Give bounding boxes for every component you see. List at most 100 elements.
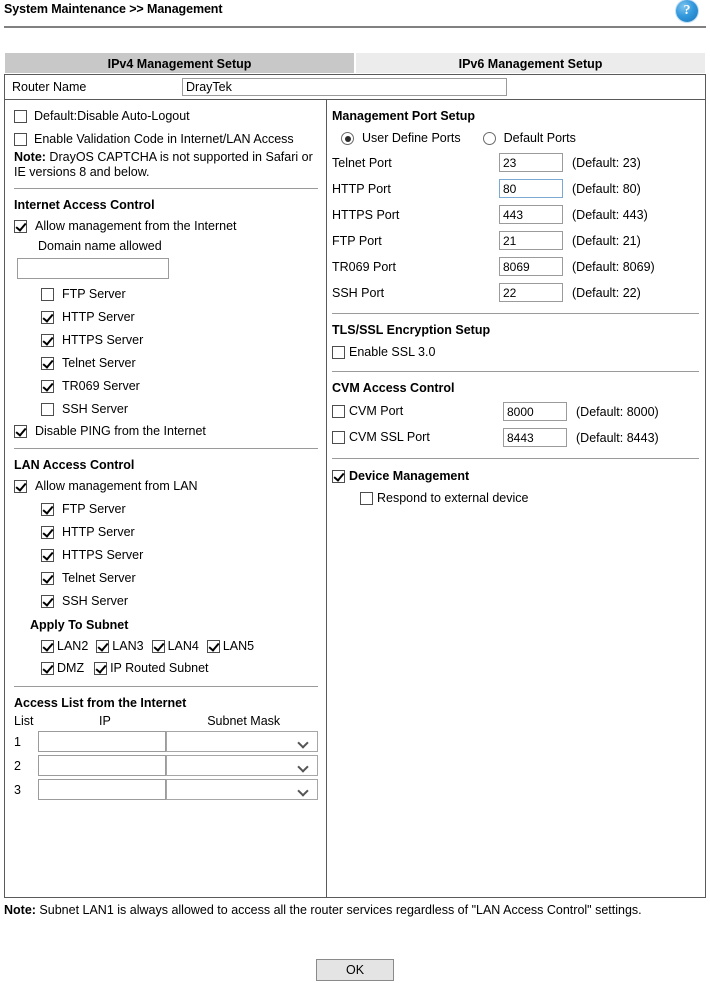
access-list-subnet-mask-select[interactable] <box>166 779 318 800</box>
internet-https-server-checkbox[interactable] <box>41 334 54 347</box>
respond-to-external-device-checkbox[interactable] <box>360 492 373 505</box>
cvm-ssl-port-row: CVM SSL Port (Default: 8443) <box>332 428 705 447</box>
enable-ssl3-label: Enable SSL 3.0 <box>349 345 436 359</box>
divider-lan-access <box>14 448 318 449</box>
tr069-port-input[interactable] <box>499 257 563 276</box>
tab-ipv6-management-setup[interactable]: IPv6 Management Setup <box>355 52 706 74</box>
access-list-row: 2 <box>14 755 318 776</box>
lan-telnet-server-label: Telnet Server <box>62 571 136 585</box>
internet-allow-management-row[interactable]: Allow management from the Internet <box>14 219 318 234</box>
subnet-dmz-checkbox[interactable] <box>41 662 54 675</box>
subnet-lan5-checkbox[interactable] <box>206 640 220 653</box>
enable-ssl3-checkbox[interactable] <box>332 346 345 359</box>
main-panel: Router Name Default:Disable Auto-Logout … <box>4 74 706 898</box>
access-list-ip-input[interactable] <box>38 755 166 776</box>
lan-ftp-server-checkbox[interactable] <box>41 503 54 516</box>
apply-to-subnet-title: Apply To Subnet <box>30 618 129 632</box>
access-list-ip-input[interactable] <box>38 731 166 752</box>
device-management-label: Device Management <box>349 469 470 483</box>
https-port-label: HTTPS Port <box>332 207 400 222</box>
enable-ssl3-row[interactable]: Enable SSL 3.0 <box>332 345 705 360</box>
disable-ping-checkbox[interactable] <box>14 425 27 438</box>
subnet-lan4-checkbox[interactable] <box>151 640 165 653</box>
lan-allow-management-checkbox[interactable] <box>14 480 27 493</box>
help-icon[interactable]: ? <box>676 0 698 22</box>
access-list-col-list: List <box>14 714 34 728</box>
internet-ftp-server-checkbox[interactable] <box>41 288 54 301</box>
internet-ssh-server-row[interactable]: SSH Server <box>14 402 318 417</box>
internet-ssh-server-checkbox[interactable] <box>41 403 54 416</box>
ssh-port-input[interactable] <box>499 283 563 302</box>
respond-to-external-device-row[interactable]: Respond to external device <box>332 491 705 506</box>
internet-ftp-server-row[interactable]: FTP Server <box>14 287 318 302</box>
cvm-ssl-port-input[interactable] <box>503 428 567 447</box>
lan-https-server-checkbox[interactable] <box>41 549 54 562</box>
access-list-subnet-mask-select[interactable] <box>166 755 318 776</box>
access-list-subnet-mask-select[interactable] <box>166 731 318 752</box>
subnet-lan2-checkbox[interactable] <box>41 640 54 653</box>
internet-allow-management-checkbox[interactable] <box>14 220 27 233</box>
default-ports-label: Default Ports <box>503 131 576 145</box>
device-management-checkbox[interactable] <box>332 469 345 483</box>
domain-name-allowed-input[interactable] <box>17 258 169 279</box>
subnet-ip-routed-checkbox[interactable] <box>94 662 108 675</box>
http-port-row: HTTP Port (Default: 80) <box>332 179 705 198</box>
cvm-ssl-port-default: (Default: 8443) <box>576 430 659 445</box>
internet-http-server-row[interactable]: HTTP Server <box>14 310 318 325</box>
lan-ssh-server-row[interactable]: SSH Server <box>14 594 318 609</box>
subnet-lan3-checkbox[interactable] <box>96 640 110 653</box>
access-list-row-index: 3 <box>14 782 21 797</box>
device-management-row[interactable]: Device Management <box>332 469 705 483</box>
internet-telnet-server-checkbox[interactable] <box>41 357 54 370</box>
lan-ssh-server-label: SSH Server <box>62 594 128 608</box>
lan-allow-management-row[interactable]: Allow management from LAN <box>14 479 318 494</box>
access-list-ip-input[interactable] <box>38 779 166 800</box>
lan-ssh-server-checkbox[interactable] <box>41 595 54 608</box>
default-ports-radio[interactable] <box>482 132 496 145</box>
telnet-port-default: (Default: 23) <box>572 155 641 170</box>
internet-http-server-checkbox[interactable] <box>41 311 54 324</box>
disable-ping-row[interactable]: Disable PING from the Internet <box>14 424 318 439</box>
subnet-row-2: DMZ IP Routed Subnet <box>14 661 318 676</box>
default-disable-auto-logout-checkbox[interactable] <box>14 110 27 123</box>
user-define-ports-radio[interactable] <box>341 132 354 145</box>
tab-bar: IPv4 Management Setup IPv6 Management Se… <box>4 52 706 74</box>
ftp-port-label: FTP Port <box>332 233 382 248</box>
ssh-port-label: SSH Port <box>332 285 385 300</box>
internet-telnet-server-row[interactable]: Telnet Server <box>14 356 318 371</box>
lan-http-server-row[interactable]: HTTP Server <box>14 525 318 540</box>
cvm-ssl-port-checkbox[interactable] <box>332 431 345 444</box>
tab-ipv4-management-setup[interactable]: IPv4 Management Setup <box>4 52 355 74</box>
ok-button[interactable]: OK <box>316 959 394 981</box>
default-disable-auto-logout-row[interactable]: Default:Disable Auto-Logout <box>14 109 318 124</box>
cvm-ssl-port-label: CVM SSL Port <box>349 430 430 444</box>
https-port-input[interactable] <box>499 205 563 224</box>
divider-tls-ssl <box>332 313 699 314</box>
ftp-port-input[interactable] <box>499 231 563 250</box>
footer-actions: OK <box>0 959 710 981</box>
cvm-port-checkbox[interactable] <box>332 405 345 418</box>
http-port-input[interactable] <box>499 179 563 198</box>
domain-name-allowed-label: Domain name allowed <box>38 239 162 253</box>
lan-https-server-label: HTTPS Server <box>62 548 144 562</box>
lan-http-server-checkbox[interactable] <box>41 526 54 539</box>
divider-cvm <box>332 371 699 372</box>
lan-https-server-row[interactable]: HTTPS Server <box>14 548 318 563</box>
internet-tr069-server-checkbox[interactable] <box>41 380 54 393</box>
internet-tr069-server-row[interactable]: TR069 Server <box>14 379 318 394</box>
lan-telnet-server-row[interactable]: Telnet Server <box>14 571 318 586</box>
telnet-port-input[interactable] <box>499 153 563 172</box>
subnet-ip-routed-label: IP Routed Subnet <box>110 661 209 675</box>
internet-ftp-server-label: FTP Server <box>62 287 126 301</box>
access-list-col-subnet-mask: Subnet Mask <box>207 714 281 728</box>
lan-telnet-server-checkbox[interactable] <box>41 572 54 585</box>
router-name-input[interactable] <box>182 78 507 96</box>
management-port-setup-title: Management Port Setup <box>332 109 476 123</box>
subnet-lan2-label: LAN2 <box>57 639 89 653</box>
lan-ftp-server-row[interactable]: FTP Server <box>14 502 318 517</box>
internet-ssh-server-label: SSH Server <box>62 402 128 416</box>
enable-validation-code-row[interactable]: Enable Validation Code in Internet/LAN A… <box>14 132 318 147</box>
internet-https-server-row[interactable]: HTTPS Server <box>14 333 318 348</box>
enable-validation-code-checkbox[interactable] <box>14 133 27 146</box>
cvm-port-input[interactable] <box>503 402 567 421</box>
